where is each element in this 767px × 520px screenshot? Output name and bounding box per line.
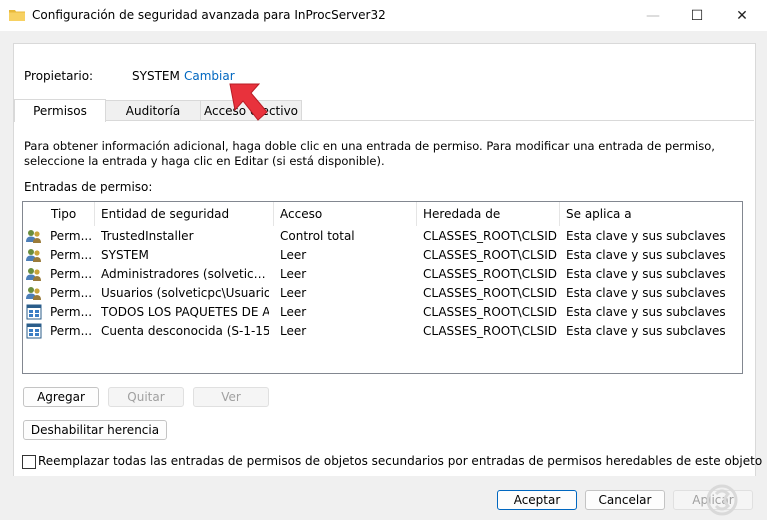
column-header-label: Se aplica a	[566, 207, 632, 221]
table-row[interactable]: Perm... SYSTEM Leer CLASSES_ROOT\CLSID\.…	[23, 246, 742, 265]
tab-auditoria[interactable]: Auditoría	[104, 100, 202, 121]
row-type: Perm...	[50, 267, 93, 281]
user-group-icon	[26, 287, 41, 300]
add-button[interactable]: Agregar	[23, 387, 99, 407]
row-inherited: CLASSES_ROOT\CLSID\...	[423, 305, 557, 319]
row-type: Perm...	[50, 248, 93, 262]
tab-label: Auditoría	[125, 104, 181, 118]
row-applies: Esta clave y sus subclaves	[566, 324, 726, 338]
row-type: Perm...	[50, 229, 93, 243]
solvetic-logo-icon	[706, 484, 738, 516]
minimize-icon: —	[646, 7, 660, 24]
minimize-button[interactable]: —	[630, 0, 676, 31]
close-icon: ✕	[736, 7, 748, 24]
replace-entries-label: Reemplazar todas las entradas de permiso…	[38, 454, 763, 468]
view-button[interactable]: Ver	[193, 387, 269, 407]
table-row[interactable]: Perm... Cuenta desconocida (S-1-15-...) …	[23, 322, 742, 341]
row-inherited: CLASSES_ROOT\CLSID\...	[423, 267, 557, 281]
package-icon	[26, 304, 42, 320]
row-access: Leer	[280, 248, 307, 262]
row-principal: Cuenta desconocida (S-1-15-...)	[101, 324, 269, 338]
user-group-icon	[26, 230, 41, 243]
row-inherited: CLASSES_ROOT\CLSID\...	[423, 324, 557, 338]
column-header-entidad[interactable]: Entidad de seguridad	[95, 202, 274, 226]
disable-inheritance-button[interactable]: Deshabilitar herencia	[23, 420, 167, 440]
remove-button-label: Quitar	[127, 390, 165, 404]
cancel-button-label: Cancelar	[598, 493, 652, 507]
row-principal: TrustedInstaller	[101, 229, 194, 243]
cancel-button[interactable]: Cancelar	[585, 490, 665, 510]
view-button-label: Ver	[221, 390, 241, 404]
row-applies: Esta clave y sus subclaves	[566, 286, 726, 300]
row-applies: Esta clave y sus subclaves	[566, 248, 726, 262]
maximize-button[interactable]: ☐	[674, 0, 720, 31]
entries-label: Entradas de permiso:	[24, 180, 153, 194]
row-access: Leer	[280, 267, 307, 281]
user-group-icon	[26, 249, 41, 262]
table-row[interactable]: Perm... Administradores (solveticpc\Admi…	[23, 265, 742, 284]
title-bar: Configuración de seguridad avanzada para…	[0, 0, 767, 31]
owner-label: Propietario:	[24, 69, 94, 83]
row-type: Perm...	[50, 324, 93, 338]
column-header-tipo[interactable]: Tipo	[45, 202, 95, 226]
row-principal: TODOS LOS PAQUETES DE APLICACIONES	[101, 305, 269, 319]
user-group-icon	[26, 268, 41, 281]
row-applies: Esta clave y sus subclaves	[566, 229, 726, 243]
table-row[interactable]: Perm... Usuarios (solveticpc\Usuarios) L…	[23, 284, 742, 303]
column-header-label: Tipo	[51, 207, 77, 221]
row-inherited: CLASSES_ROOT\CLSID\...	[423, 229, 557, 243]
row-type: Perm...	[50, 286, 93, 300]
tab-permisos[interactable]: Permisos	[14, 99, 106, 122]
bottom-divider	[0, 476, 767, 477]
tab-label: Permisos	[33, 104, 87, 118]
row-access: Control total	[280, 229, 355, 243]
table-row[interactable]: Perm... TrustedInstaller Control total C…	[23, 227, 742, 246]
package-icon	[26, 323, 42, 339]
accept-button-label: Aceptar	[513, 493, 561, 507]
annotation-arrow-icon	[229, 83, 268, 121]
close-button[interactable]: ✕	[719, 0, 765, 31]
row-inherited: CLASSES_ROOT\CLSID\...	[423, 286, 557, 300]
maximize-icon: ☐	[690, 7, 704, 24]
row-principal: Usuarios (solveticpc\Usuarios)	[101, 286, 269, 300]
tab-divider	[13, 120, 754, 121]
column-header-acceso[interactable]: Acceso	[274, 202, 417, 226]
disable-inheritance-label: Deshabilitar herencia	[30, 423, 160, 437]
window-title: Configuración de seguridad avanzada para…	[32, 8, 386, 22]
row-principal: Administradores (solveticpc\Administrado…	[101, 267, 269, 281]
description-text: Para obtener información adicional, haga…	[24, 139, 715, 168]
row-access: Leer	[280, 324, 307, 338]
folder-icon	[9, 10, 25, 21]
column-header-label: Heredada de	[423, 207, 501, 221]
row-access: Leer	[280, 305, 307, 319]
row-principal: SYSTEM	[101, 248, 149, 262]
owner-value: SYSTEM	[132, 69, 180, 83]
replace-entries-checkbox[interactable]	[22, 455, 36, 469]
row-type: Perm...	[50, 305, 93, 319]
column-header-aplica[interactable]: Se aplica a	[560, 202, 742, 226]
permission-entries-list[interactable]: Tipo Entidad de seguridad Acceso Heredad…	[22, 201, 743, 374]
row-access: Leer	[280, 286, 307, 300]
column-header-label: Entidad de seguridad	[101, 207, 230, 221]
row-inherited: CLASSES_ROOT\CLSID\...	[423, 248, 557, 262]
row-applies: Esta clave y sus subclaves	[566, 305, 726, 319]
remove-button[interactable]: Quitar	[108, 387, 184, 407]
column-header-label: Acceso	[280, 207, 323, 221]
add-button-label: Agregar	[37, 390, 85, 404]
row-applies: Esta clave y sus subclaves	[566, 267, 726, 281]
table-row[interactable]: Perm... TODOS LOS PAQUETES DE APLICACION…	[23, 303, 742, 322]
column-header-heredada[interactable]: Heredada de	[417, 202, 560, 226]
accept-button[interactable]: Aceptar	[497, 490, 577, 510]
